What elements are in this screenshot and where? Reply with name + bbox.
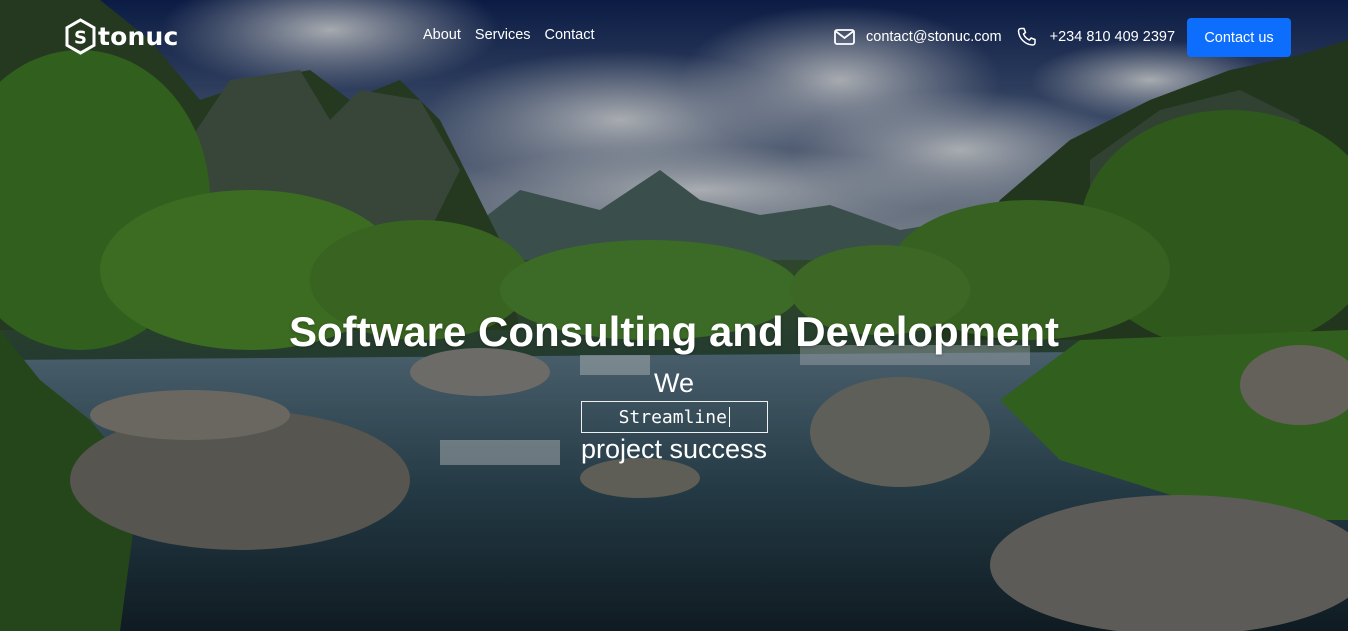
nav-link-contact[interactable]: Contact xyxy=(545,27,595,44)
brand-logo[interactable]: S tonuc xyxy=(64,17,179,55)
contact-us-button[interactable]: Contact us xyxy=(1187,18,1291,57)
hero-lead-text: We xyxy=(653,368,694,398)
phone-icon xyxy=(1017,27,1036,46)
logo-letter: S xyxy=(74,27,87,48)
hero-typed-word: Streamline xyxy=(618,406,727,428)
hexagon-logo-icon: S xyxy=(65,17,96,55)
header-phone-text: +234 810 409 2397 xyxy=(1049,29,1176,45)
typing-caret xyxy=(728,407,731,427)
header-email-text: contact@stonuc.com xyxy=(866,29,1002,45)
nav-link-about[interactable]: About xyxy=(423,27,461,44)
hero-typed-word-box: Streamline xyxy=(581,401,768,433)
envelope-icon xyxy=(834,29,855,45)
header-contact-info: contact@stonuc.com +234 810 409 2397 xyxy=(834,27,1175,47)
hero-section: S tonuc About Services Contact contact@s… xyxy=(0,0,1348,631)
hero-headline: Software Consulting and Development xyxy=(288,308,1060,355)
nav-link-services[interactable]: Services xyxy=(475,27,531,44)
main-nav: About Services Contact xyxy=(423,27,595,44)
hero-tail-text: project success xyxy=(580,434,768,464)
header-email[interactable]: contact@stonuc.com xyxy=(834,29,1002,45)
header-phone[interactable]: +234 810 409 2397 xyxy=(1017,27,1175,47)
brand-name: tonuc xyxy=(98,21,179,51)
